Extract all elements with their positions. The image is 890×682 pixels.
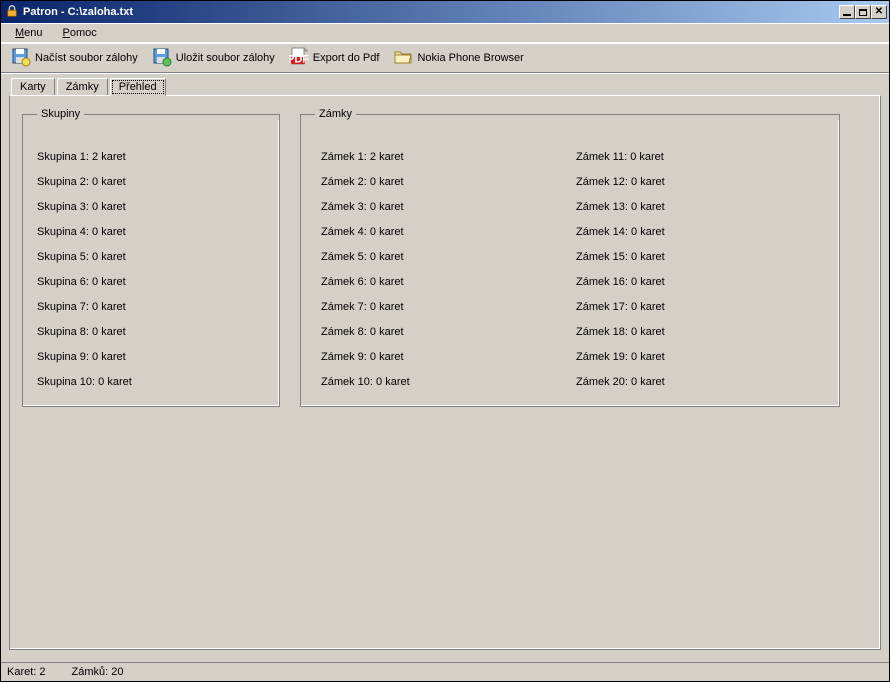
status-zamku: Zámků: 20 xyxy=(72,666,124,678)
skupina-item: Skupina 8: 0 karet xyxy=(37,319,265,344)
load-backup-button[interactable]: Načíst soubor zálohy xyxy=(7,45,142,72)
menu-help[interactable]: Pomoc xyxy=(55,25,105,41)
save-backup-label: Uložit soubor zálohy xyxy=(176,52,275,64)
zamek-item: Zámek 14: 0 karet xyxy=(576,219,825,244)
skupina-item: Skupina 3: 0 karet xyxy=(37,194,265,219)
save-backup-button[interactable]: Uložit soubor zálohy xyxy=(148,45,279,72)
tab-strip: Karty Zámky Přehled xyxy=(11,77,881,95)
skupina-item: Skupina 7: 0 karet xyxy=(37,294,265,319)
skupina-item: Skupina 4: 0 karet xyxy=(37,219,265,244)
window-title: Patron - C:\zaloha.txt xyxy=(23,6,133,18)
skupina-item: Skupina 6: 0 karet xyxy=(37,269,265,294)
groupbox-zamky-legend: Zámky xyxy=(315,108,356,120)
tab-panel: Skupiny Skupina 1: 2 karetSkupina 2: 0 k… xyxy=(9,95,881,650)
zamek-item: Zámek 15: 0 karet xyxy=(576,244,825,269)
status-karet: Karet: 2 xyxy=(7,666,46,678)
content-area: Karty Zámky Přehled Skupiny Skupina 1: 2… xyxy=(1,73,889,662)
nokia-browser-button[interactable]: Nokia Phone Browser xyxy=(389,45,527,72)
folder-open-icon xyxy=(393,47,413,70)
skupina-item: Skupina 1: 2 karet xyxy=(37,144,265,169)
toolbar: Načíst soubor zálohy Uložit soubor záloh… xyxy=(1,43,889,73)
zamky-list-left: Zámek 1: 2 karetZámek 2: 0 karetZámek 3:… xyxy=(315,144,570,394)
tab-prehled[interactable]: Přehled xyxy=(110,78,166,96)
zamek-item: Zámek 17: 0 karet xyxy=(576,294,825,319)
tab-karty-label: Karty xyxy=(20,81,46,93)
zamek-item: Zámek 12: 0 karet xyxy=(576,169,825,194)
floppy-save-icon xyxy=(152,47,172,70)
load-backup-label: Načíst soubor zálohy xyxy=(35,52,138,64)
zamek-item: Zámek 18: 0 karet xyxy=(576,319,825,344)
zamek-item: Zámek 6: 0 karet xyxy=(321,269,570,294)
zamek-item: Zámek 11: 0 karet xyxy=(576,144,825,169)
tab-prehled-label: Přehled xyxy=(119,81,157,93)
export-pdf-label: Export do Pdf xyxy=(313,52,380,64)
menu-bar: Menu Pomoc xyxy=(1,23,889,43)
zamek-item: Zámek 7: 0 karet xyxy=(321,294,570,319)
zamek-item: Zámek 4: 0 karet xyxy=(321,219,570,244)
zamek-item: Zámek 5: 0 karet xyxy=(321,244,570,269)
minimize-button[interactable] xyxy=(839,5,855,19)
zamek-item: Zámek 2: 0 karet xyxy=(321,169,570,194)
export-pdf-button[interactable]: PDF Export do Pdf xyxy=(285,45,384,72)
tab-zamky-label: Zámky xyxy=(66,81,99,93)
svg-text:PDF: PDF xyxy=(289,53,309,65)
skupina-item: Skupina 2: 0 karet xyxy=(37,169,265,194)
tab-zamky[interactable]: Zámky xyxy=(57,78,108,96)
pdf-icon: PDF xyxy=(289,47,309,70)
zamek-item: Zámek 9: 0 karet xyxy=(321,344,570,369)
floppy-open-icon xyxy=(11,47,31,70)
close-button[interactable]: ✕ xyxy=(871,5,887,19)
tab-karty[interactable]: Karty xyxy=(11,78,55,96)
skupina-item: Skupina 5: 0 karet xyxy=(37,244,265,269)
zamek-item: Zámek 16: 0 karet xyxy=(576,269,825,294)
zamek-item: Zámek 3: 0 karet xyxy=(321,194,570,219)
window-buttons: ✕ xyxy=(839,5,887,19)
zamek-item: Zámek 20: 0 karet xyxy=(576,369,825,394)
skupiny-list: Skupina 1: 2 karetSkupina 2: 0 karetSkup… xyxy=(37,144,265,394)
skupina-item: Skupina 9: 0 karet xyxy=(37,344,265,369)
nokia-browser-label: Nokia Phone Browser xyxy=(417,52,523,64)
groupbox-skupiny-legend: Skupiny xyxy=(37,108,84,120)
lock-icon xyxy=(5,4,19,21)
zamky-list-right: Zámek 11: 0 karetZámek 12: 0 karetZámek … xyxy=(570,144,825,394)
groupbox-skupiny: Skupiny Skupina 1: 2 karetSkupina 2: 0 k… xyxy=(22,108,280,407)
zamek-item: Zámek 1: 2 karet xyxy=(321,144,570,169)
zamek-item: Zámek 8: 0 karet xyxy=(321,319,570,344)
menu-menu[interactable]: Menu xyxy=(7,25,51,41)
groupbox-zamky: Zámky Zámek 1: 2 karetZámek 2: 0 karetZá… xyxy=(300,108,840,407)
title-bar: Patron - C:\zaloha.txt ✕ xyxy=(1,1,889,23)
zamek-item: Zámek 13: 0 karet xyxy=(576,194,825,219)
maximize-button[interactable] xyxy=(855,5,871,19)
zamek-item: Zámek 19: 0 karet xyxy=(576,344,825,369)
status-bar: Karet: 2 Zámků: 20 xyxy=(1,662,889,680)
zamek-item: Zámek 10: 0 karet xyxy=(321,369,570,394)
skupina-item: Skupina 10: 0 karet xyxy=(37,369,265,394)
